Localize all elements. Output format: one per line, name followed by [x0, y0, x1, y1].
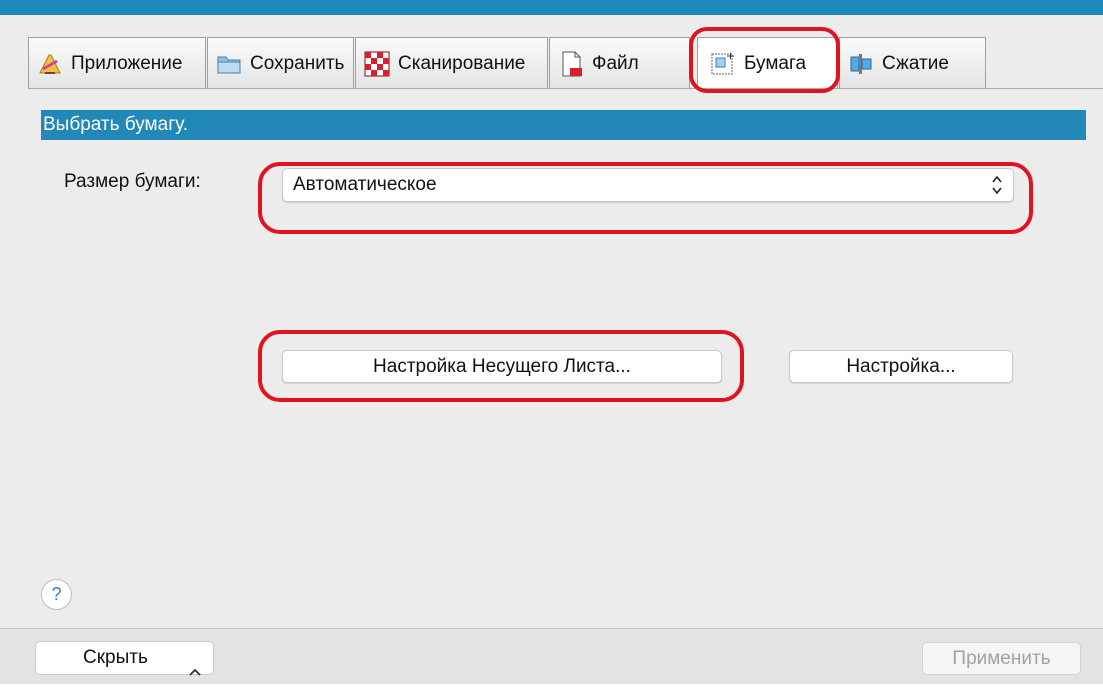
tab-compression[interactable]: Сжатие [839, 37, 986, 89]
tab-save[interactable]: Сохранить [207, 37, 354, 89]
top-accent-bar [0, 0, 1103, 15]
section-title: Выбрать бумагу. [41, 110, 1086, 140]
chevron-up-icon [189, 655, 201, 676]
hide-button[interactable]: Скрыть [35, 641, 214, 676]
hide-button-label: Скрыть [83, 647, 148, 668]
tab-compression-label: Сжатие [882, 52, 949, 74]
help-button[interactable]: ? [41, 579, 72, 610]
apply-button[interactable]: Применить [922, 642, 1081, 675]
compression-icon [848, 51, 874, 77]
tab-scan-label: Сканирование [398, 52, 526, 74]
tab-divider [28, 88, 1103, 89]
file-icon [558, 51, 584, 77]
tab-file[interactable]: Файл [549, 37, 690, 89]
tab-scan[interactable]: Сканирование [355, 37, 548, 89]
tab-application[interactable]: Приложение [28, 37, 206, 89]
highlight-paper-tab [689, 27, 840, 93]
application-icon [37, 51, 63, 77]
scan-checker-icon [364, 51, 390, 77]
highlight-paper-size [258, 162, 1033, 234]
tab-file-label: Файл [592, 52, 639, 74]
folder-icon [216, 51, 242, 77]
paper-size-label: Размер бумаги: [64, 171, 201, 192]
settings-button[interactable]: Настройка... [789, 350, 1013, 383]
highlight-carrier-sheet [258, 330, 744, 402]
tab-application-label: Приложение [71, 52, 183, 74]
tab-save-label: Сохранить [250, 52, 345, 74]
